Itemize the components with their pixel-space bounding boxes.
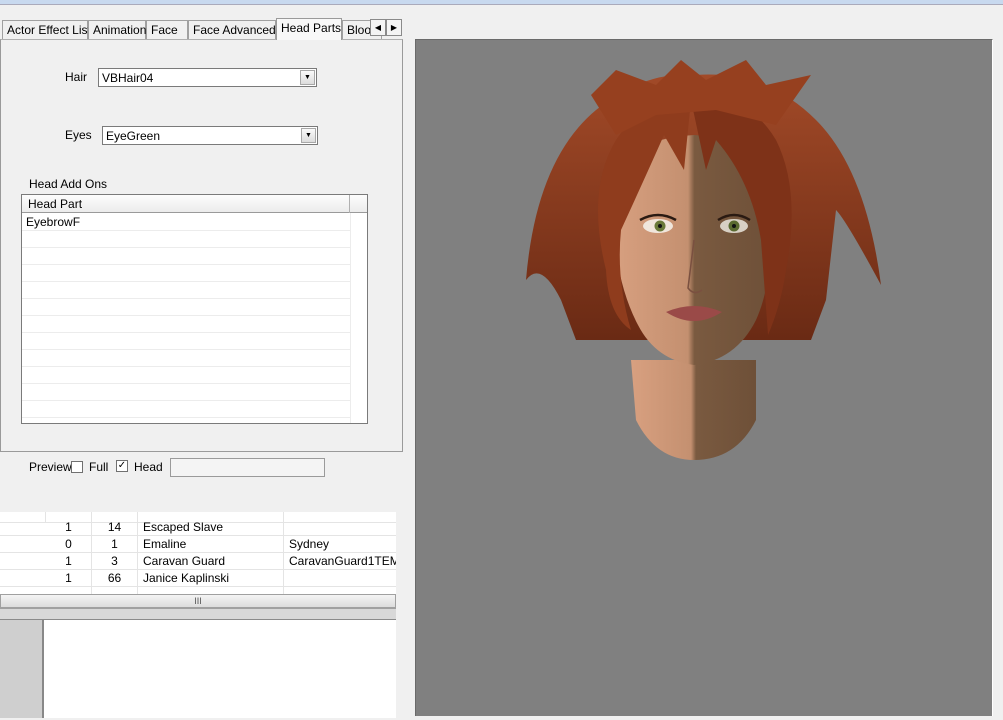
list-header: Head Part xyxy=(22,195,367,213)
arrow-right-icon: ▶ xyxy=(390,23,398,32)
table-row[interactable]: 1 14 Escaped Slave xyxy=(0,519,396,536)
grid-cell: Janice Kaplinski xyxy=(138,570,284,587)
chevron-down-icon[interactable]: ▼ xyxy=(301,128,316,143)
object-list-grid[interactable]: 1 14 Escaped Slave 0 1 Emaline Sydney 1 … xyxy=(0,512,396,594)
list-item-empty xyxy=(22,401,350,418)
hair-select[interactable]: VBHair04 ▼ xyxy=(98,68,317,87)
grid-cell xyxy=(284,570,396,587)
scroll-grip-icon: III xyxy=(194,596,202,606)
list-item-empty xyxy=(22,367,350,384)
list-item[interactable]: EyebrowF xyxy=(22,214,350,231)
eyes-select[interactable]: EyeGreen ▼ xyxy=(102,126,318,145)
eyes-label: Eyes xyxy=(65,128,92,142)
head-render xyxy=(526,60,881,460)
hair-select-value: VBHair04 xyxy=(102,71,154,85)
grid-cell: Caravan Guard xyxy=(138,553,284,570)
grid-cell: 1 xyxy=(0,570,92,587)
hair-label: Hair xyxy=(65,70,88,84)
head-add-ons-list[interactable]: Head Part EyebrowF xyxy=(21,194,368,424)
head-checkbox[interactable]: ✓ xyxy=(116,460,128,472)
head-preview-viewport[interactable] xyxy=(415,39,993,716)
table-row[interactable]: 1 66 Janice Kaplinski xyxy=(0,570,396,587)
eyes-select-value: EyeGreen xyxy=(106,129,161,143)
table-row[interactable]: 1 3 Caravan Guard CaravanGuard1TEMP xyxy=(0,553,396,570)
list-item-empty xyxy=(22,316,350,333)
pane-splitter[interactable] xyxy=(0,608,396,620)
lower-left-pane xyxy=(0,620,44,718)
grid-cell: 0 xyxy=(0,536,92,553)
list-item-empty xyxy=(22,265,350,282)
grid-cell: 3 xyxy=(92,553,138,570)
arrow-left-icon: ◀ xyxy=(374,23,382,32)
grid-cell: 1 xyxy=(0,519,92,536)
tab-strip: Actor Effect List Animation Face Face Ad… xyxy=(0,18,405,40)
chevron-down-icon[interactable]: ▼ xyxy=(300,70,315,85)
list-item-empty xyxy=(22,299,350,316)
tab-actor-effect-list[interactable]: Actor Effect List xyxy=(2,20,91,39)
lower-pane xyxy=(0,620,396,718)
list-item-empty xyxy=(22,384,350,401)
head-add-ons-label: Head Add Ons xyxy=(29,177,108,191)
table-row[interactable] xyxy=(0,587,396,594)
list-item-empty xyxy=(22,282,350,299)
list-item-empty xyxy=(22,231,350,248)
tab-scroll-left-button[interactable]: ◀ xyxy=(370,19,386,36)
tab-animation[interactable]: Animation xyxy=(88,20,146,39)
grid-cell xyxy=(284,519,396,536)
full-checkbox[interactable] xyxy=(71,461,83,473)
grid-cell: 66 xyxy=(92,570,138,587)
table-row[interactable]: 0 1 Emaline Sydney xyxy=(0,536,396,553)
head-icon xyxy=(526,60,881,460)
preview-text-field[interactable] xyxy=(170,458,325,477)
grid-cell: CaravanGuard1TEMP xyxy=(289,554,396,568)
window-title-bar xyxy=(0,0,1003,5)
grid-cell: 1 xyxy=(92,536,138,553)
grid-cell: Emaline xyxy=(138,536,284,553)
tab-scroll-right-button[interactable]: ▶ xyxy=(386,19,402,36)
grid-cell: 1 xyxy=(0,553,92,570)
list-item-empty xyxy=(22,333,350,350)
tab-head-parts[interactable]: Head Parts xyxy=(276,18,342,40)
list-item-empty xyxy=(22,248,350,265)
head-label: Head xyxy=(134,460,163,474)
list-divider xyxy=(350,213,351,423)
grid-cell: Sydney xyxy=(289,537,330,551)
horizontal-scrollbar[interactable]: III xyxy=(0,594,396,608)
checkmark-icon: ✓ xyxy=(117,460,127,471)
list-item-empty xyxy=(22,350,350,367)
grid-cell: Escaped Slave xyxy=(138,519,284,536)
column-header-head-part[interactable]: Head Part xyxy=(22,195,350,213)
full-label: Full xyxy=(89,460,109,474)
tab-face[interactable]: Face xyxy=(146,20,188,39)
grid-cell: 14 xyxy=(92,519,138,536)
preview-label: Preview xyxy=(29,460,72,474)
tab-face-advanced[interactable]: Face Advanced xyxy=(188,20,276,39)
